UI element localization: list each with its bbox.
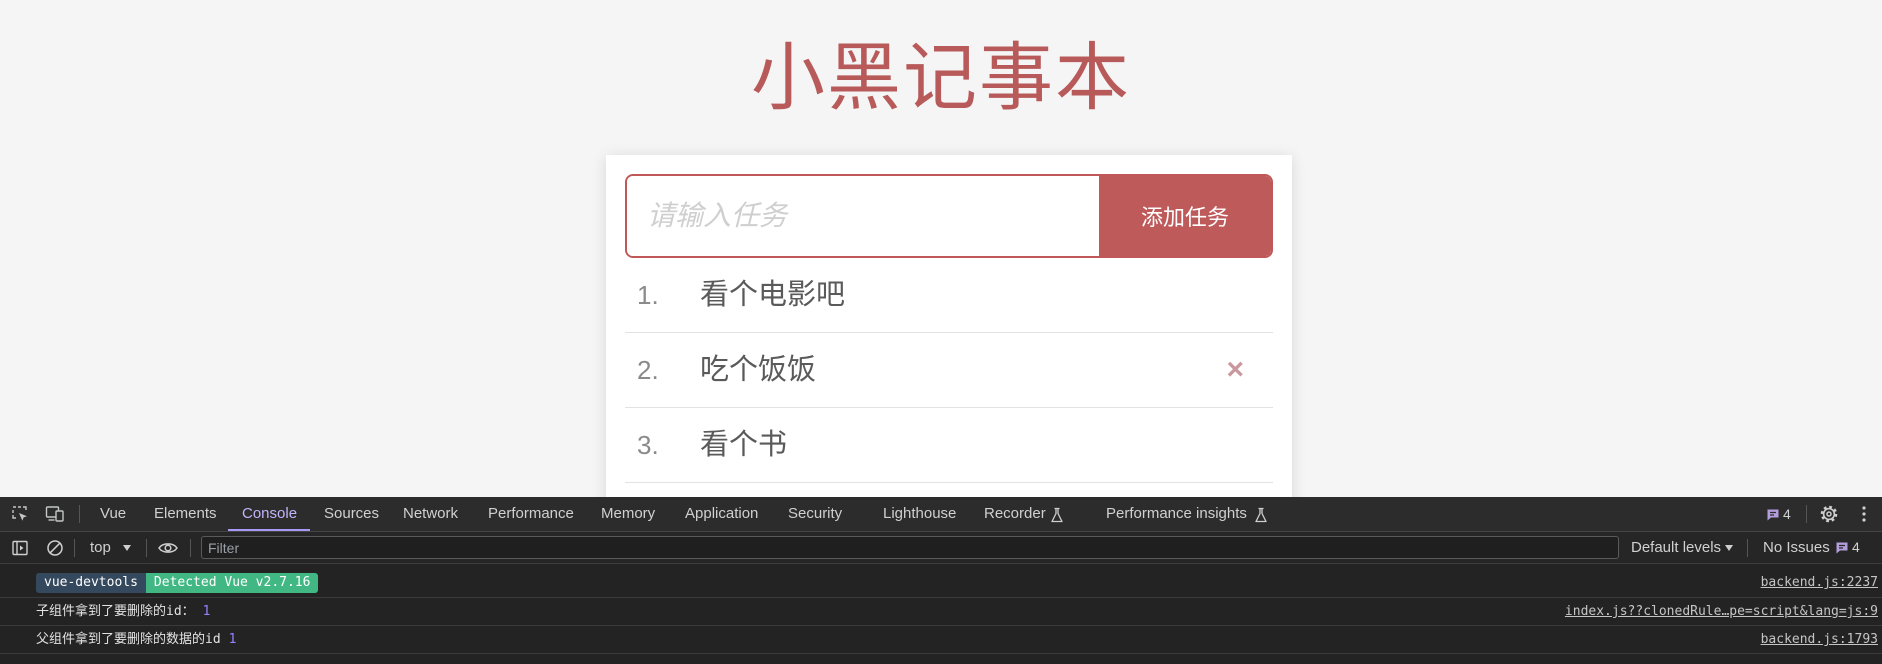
add-task-button[interactable]: 添加任务	[1099, 176, 1271, 256]
todo-index: 1.	[637, 280, 659, 310]
console-message: 父组件拿到了要删除的数据的id 1 backend.js:1793	[0, 626, 1882, 654]
experiment-flask-icon	[1255, 507, 1267, 523]
clear-console-icon[interactable]	[46, 539, 64, 557]
message-value: 1	[228, 632, 237, 647]
active-tab-indicator	[228, 529, 310, 531]
devtools-panel: Vue Elements Console Sources Network Per…	[0, 497, 1882, 664]
issues-message-icon[interactable]	[1766, 508, 1780, 522]
tab-recorder[interactable]: Recorder	[984, 497, 1046, 531]
app-page: 小黑记事本 添加任务 1. 看个电影吧 2. 吃个饭饭 × 3. 看个书	[0, 0, 1882, 497]
vue-devtools-badge: vue-devtools	[36, 573, 146, 593]
message-label: 父组件拿到了要删除的数据的id	[36, 632, 221, 647]
toolbar-separator	[146, 539, 147, 557]
toolbar-separator	[190, 539, 191, 557]
todo-text: 吃个饭饭	[700, 354, 817, 386]
todo-item[interactable]: 2. 吃个饭饭 ×	[625, 333, 1273, 408]
dropdown-arrow-icon[interactable]	[1724, 544, 1734, 552]
todo-index: 2.	[637, 355, 659, 385]
tab-security[interactable]: Security	[788, 497, 842, 531]
tab-network[interactable]: Network	[403, 497, 458, 531]
task-input[interactable]	[627, 176, 1099, 256]
issues-message-icon[interactable]	[1835, 541, 1849, 555]
tab-lighthouse[interactable]: Lighthouse	[883, 497, 956, 531]
delete-todo-button[interactable]: ×	[1226, 333, 1244, 407]
todo-text: 看个电影吧	[700, 279, 846, 311]
message-text: 父组件拿到了要删除的数据的id 1	[36, 626, 236, 653]
tab-vue[interactable]: Vue	[100, 497, 126, 531]
toolbar-separator	[1806, 505, 1807, 523]
tab-performance[interactable]: Performance	[488, 497, 574, 531]
todo-text: 看个书	[700, 429, 788, 461]
tab-performance-insights[interactable]: Performance insights	[1106, 497, 1247, 531]
live-expression-eye-icon[interactable]	[158, 541, 178, 555]
more-options-icon[interactable]	[1860, 505, 1868, 523]
todo-index: 3.	[637, 430, 659, 460]
experiment-flask-icon	[1051, 507, 1063, 523]
page-title: 小黑记事本	[751, 36, 1131, 119]
tab-elements[interactable]: Elements	[154, 497, 217, 531]
tab-sources[interactable]: Sources	[324, 497, 379, 531]
toolbar-separator	[79, 505, 80, 523]
issues-label[interactable]: No Issues	[1763, 532, 1830, 563]
message-text: 子组件拿到了要删除的id： 1	[36, 598, 210, 625]
notebook-card: 添加任务 1. 看个电影吧 2. 吃个饭饭 × 3. 看个书	[606, 155, 1292, 497]
toolbar-separator	[74, 539, 75, 557]
devtools-tabbar: Vue Elements Console Sources Network Per…	[0, 497, 1882, 532]
console-filter-input[interactable]	[201, 536, 1619, 559]
log-levels-dropdown[interactable]: Default levels	[1631, 532, 1721, 563]
todo-list: 1. 看个电影吧 2. 吃个饭饭 × 3. 看个书	[625, 258, 1273, 483]
console-toolbar: top Default levels No Issues 4	[0, 532, 1882, 564]
tab-console[interactable]: Console	[242, 497, 297, 531]
dropdown-arrow-icon[interactable]	[122, 544, 132, 552]
settings-gear-icon[interactable]	[1819, 504, 1839, 524]
context-selector[interactable]: top	[90, 532, 111, 563]
message-source-link[interactable]: backend.js:2237	[1761, 573, 1878, 593]
message-value: 1	[202, 604, 211, 619]
inspect-element-icon[interactable]	[11, 505, 29, 523]
todo-item[interactable]: 3. 看个书	[625, 408, 1273, 483]
toolbar-separator	[1747, 539, 1748, 557]
tab-application[interactable]: Application	[685, 497, 758, 531]
device-toolbar-icon[interactable]	[45, 505, 65, 523]
console-message: 子组件拿到了要删除的id： 1 index.js??clonedRule…pe=s…	[0, 598, 1882, 626]
console-message: vue-devtools Detected Vue v2.7.16 backend…	[0, 564, 1882, 598]
task-input-row: 添加任务	[625, 174, 1273, 258]
tab-memory[interactable]: Memory	[601, 497, 655, 531]
message-label: 子组件拿到了要删除的id：	[36, 604, 195, 619]
message-source-link[interactable]: backend.js:1793	[1761, 626, 1878, 653]
console-sidebar-icon[interactable]	[11, 539, 29, 557]
issues-count[interactable]: 4	[1783, 497, 1791, 531]
todo-item[interactable]: 1. 看个电影吧	[625, 258, 1273, 333]
vue-version-badge: Detected Vue v2.7.16	[145, 573, 319, 593]
issues-count[interactable]: 4	[1852, 532, 1860, 563]
vue-devtools-banner: vue-devtools Detected Vue v2.7.16	[36, 573, 319, 593]
message-source-link[interactable]: index.js??clonedRule…pe=script&lang=js:9	[1565, 598, 1878, 625]
